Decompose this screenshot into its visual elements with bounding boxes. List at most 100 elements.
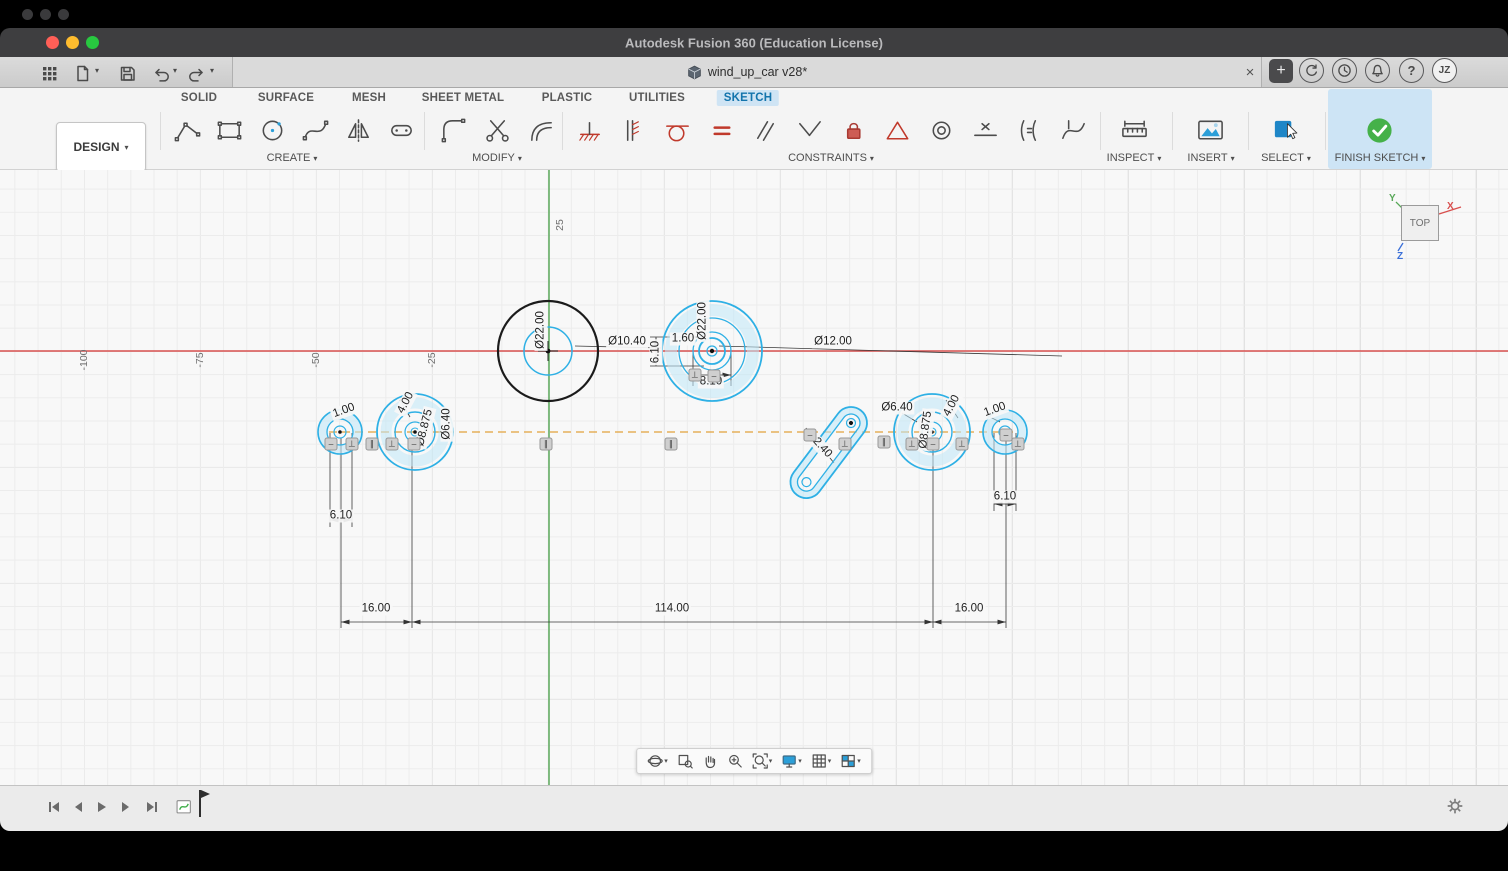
- line-tool-button[interactable]: [169, 112, 205, 148]
- dimension-label[interactable]: Ø10.40: [606, 336, 648, 349]
- coincident-constraint-button[interactable]: [571, 112, 607, 148]
- viewports-button[interactable]: ▾: [837, 751, 864, 771]
- dimension-label[interactable]: Ø22.00: [697, 300, 710, 342]
- window-minimize-button[interactable]: [66, 36, 79, 49]
- dimension-label[interactable]: 6.10: [328, 510, 354, 523]
- horizontal-constraint-badge-icon[interactable]: –: [804, 429, 817, 442]
- help-button[interactable]: ?: [1399, 58, 1424, 83]
- view-cube[interactable]: Y TOP X Z: [1383, 193, 1469, 269]
- grid-snap-button[interactable]: ▾: [808, 751, 835, 771]
- parallel-constraint-badge-icon[interactable]: ∥: [665, 438, 678, 451]
- ribbon-tab-utilities[interactable]: UTILITIES: [622, 90, 692, 106]
- job-status-button[interactable]: [1332, 58, 1357, 83]
- workspace-selector[interactable]: DESIGN ▾: [56, 122, 146, 172]
- offset-tool-button[interactable]: [523, 112, 559, 148]
- parallel-constraint-button[interactable]: [747, 112, 783, 148]
- orbit-button[interactable]: ▾: [644, 751, 671, 771]
- horizontal-vertical-constraint-button[interactable]: [703, 112, 739, 148]
- concentric-constraint-button[interactable]: [923, 112, 959, 148]
- finish-sketch-menu[interactable]: FINISH SKETCH ▾: [1335, 152, 1426, 164]
- ribbon-tab-plastic[interactable]: PLASTIC: [535, 90, 600, 106]
- window-close-button[interactable]: [46, 36, 59, 49]
- perpendicular-constraint-badge-icon[interactable]: ⊥: [386, 438, 399, 451]
- fit-button[interactable]: ▾: [749, 751, 776, 771]
- redo-button[interactable]: [185, 61, 209, 85]
- dimension-label[interactable]: 114.00: [653, 603, 691, 616]
- save-button[interactable]: [115, 61, 139, 85]
- dimension-label[interactable]: 6.10: [992, 491, 1018, 504]
- ribbon-tab-sheet-metal[interactable]: SHEET METAL: [415, 90, 512, 106]
- parallel-constraint-badge-icon[interactable]: ∥: [366, 438, 379, 451]
- pan-button[interactable]: [699, 751, 721, 771]
- select-tool-button[interactable]: [1267, 112, 1303, 148]
- close-tab-button[interactable]: ×: [1239, 60, 1261, 84]
- fillet-tool-button[interactable]: [435, 112, 471, 148]
- parallel-constraint-badge-icon[interactable]: ∥: [540, 438, 553, 451]
- horizontal-constraint-badge-icon[interactable]: –: [708, 370, 721, 383]
- dimension-label[interactable]: Ø6.40: [879, 402, 914, 415]
- timeline-playhead-flag[interactable]: [201, 790, 210, 798]
- equal-constraint-button[interactable]: [1011, 112, 1047, 148]
- document-tab[interactable]: wind_up_car v28*: [232, 57, 1262, 87]
- trim-tool-button[interactable]: [479, 112, 515, 148]
- dimension-label[interactable]: 16.00: [360, 603, 393, 616]
- ribbon-tab-mesh[interactable]: MESH: [345, 90, 393, 106]
- timeline-sketch-feature[interactable]: [176, 798, 193, 815]
- chevron-down-icon[interactable]: ▾: [210, 66, 214, 75]
- fix-constraint-button[interactable]: [835, 112, 871, 148]
- new-tab-button[interactable]: +: [1269, 59, 1293, 83]
- dimension-label[interactable]: 6.10: [650, 339, 663, 365]
- sync-status-button[interactable]: [1299, 58, 1324, 83]
- dimension-label[interactable]: Ø22.00: [535, 309, 548, 351]
- curvature-constraint-button[interactable]: [1055, 112, 1091, 148]
- origin-axes[interactable]: [0, 170, 1508, 785]
- perpendicular-constraint-badge-icon[interactable]: ⊥: [1012, 438, 1025, 451]
- perpendicular-constraint-badge-icon[interactable]: ⊥: [839, 438, 852, 451]
- perpendicular-constraint-badge-icon[interactable]: ⊥: [689, 369, 702, 382]
- ribbon-tab-sketch[interactable]: SKETCH: [717, 90, 779, 106]
- rectangle-tool-button[interactable]: [211, 112, 247, 148]
- insert-group-menu[interactable]: INSERT ▾: [1187, 152, 1234, 164]
- timeline-skip-end-button[interactable]: [143, 798, 161, 816]
- collinear-constraint-button[interactable]: [615, 112, 651, 148]
- horizontal-constraint-badge-icon[interactable]: –: [408, 438, 421, 451]
- notifications-button[interactable]: [1365, 58, 1390, 83]
- symmetry-constraint-button[interactable]: [879, 112, 915, 148]
- chevron-down-icon[interactable]: ▾: [173, 66, 177, 75]
- mirror-tool-button[interactable]: [340, 112, 376, 148]
- view-cube-top-face[interactable]: TOP: [1401, 205, 1439, 241]
- timeline-settings-button[interactable]: [1446, 797, 1464, 815]
- ribbon-tab-solid[interactable]: SOLID: [174, 90, 224, 106]
- circle-tool-button[interactable]: [254, 112, 290, 148]
- model-viewport[interactable]: Ø22.00Ø10.40Ø22.006.101.608.10Ø12.001.00…: [0, 170, 1508, 785]
- perpendicular-constraint-badge-icon[interactable]: ⊥: [346, 438, 359, 451]
- display-settings-button[interactable]: ▾: [778, 751, 805, 771]
- constraints-group-menu[interactable]: CONSTRAINTS ▾: [788, 152, 874, 164]
- avatar[interactable]: JZ: [1432, 58, 1457, 83]
- measure-tool-button[interactable]: [1116, 112, 1152, 148]
- ribbon-tab-surface[interactable]: SURFACE: [251, 90, 321, 106]
- perpendicular-constraint-badge-icon[interactable]: ⊥: [906, 438, 919, 451]
- timeline-skip-start-button[interactable]: [45, 798, 63, 816]
- inspect-group-menu[interactable]: INSPECT ▾: [1107, 152, 1162, 164]
- perpendicular-constraint-button[interactable]: [791, 112, 827, 148]
- timeline-step-back-button[interactable]: [69, 798, 87, 816]
- parallel-constraint-badge-icon[interactable]: ∥: [878, 436, 891, 449]
- app-grid-button[interactable]: [37, 61, 61, 85]
- timeline-play-button[interactable]: [93, 798, 111, 816]
- dimension-label[interactable]: 16.00: [953, 603, 986, 616]
- window-zoom-button[interactable]: [86, 36, 99, 49]
- sketch-canvas[interactable]: [0, 170, 1508, 785]
- dimension-label[interactable]: Ø6.40: [441, 406, 454, 441]
- perpendicular-constraint-badge-icon[interactable]: ⊥: [956, 438, 969, 451]
- finish-sketch-button[interactable]: [1361, 112, 1397, 148]
- timeline-step-forward-button[interactable]: [117, 798, 135, 816]
- dimension-label[interactable]: 1.60: [670, 333, 696, 346]
- undo-button[interactable]: [148, 61, 172, 85]
- dimension-label[interactable]: Ø12.00: [812, 336, 854, 349]
- insert-image-button[interactable]: [1192, 112, 1228, 148]
- create-group-menu[interactable]: CREATE ▾: [267, 152, 318, 164]
- chevron-down-icon[interactable]: ▾: [95, 66, 99, 75]
- slot-tool-button[interactable]: [383, 112, 419, 148]
- modify-group-menu[interactable]: MODIFY ▾: [472, 152, 522, 164]
